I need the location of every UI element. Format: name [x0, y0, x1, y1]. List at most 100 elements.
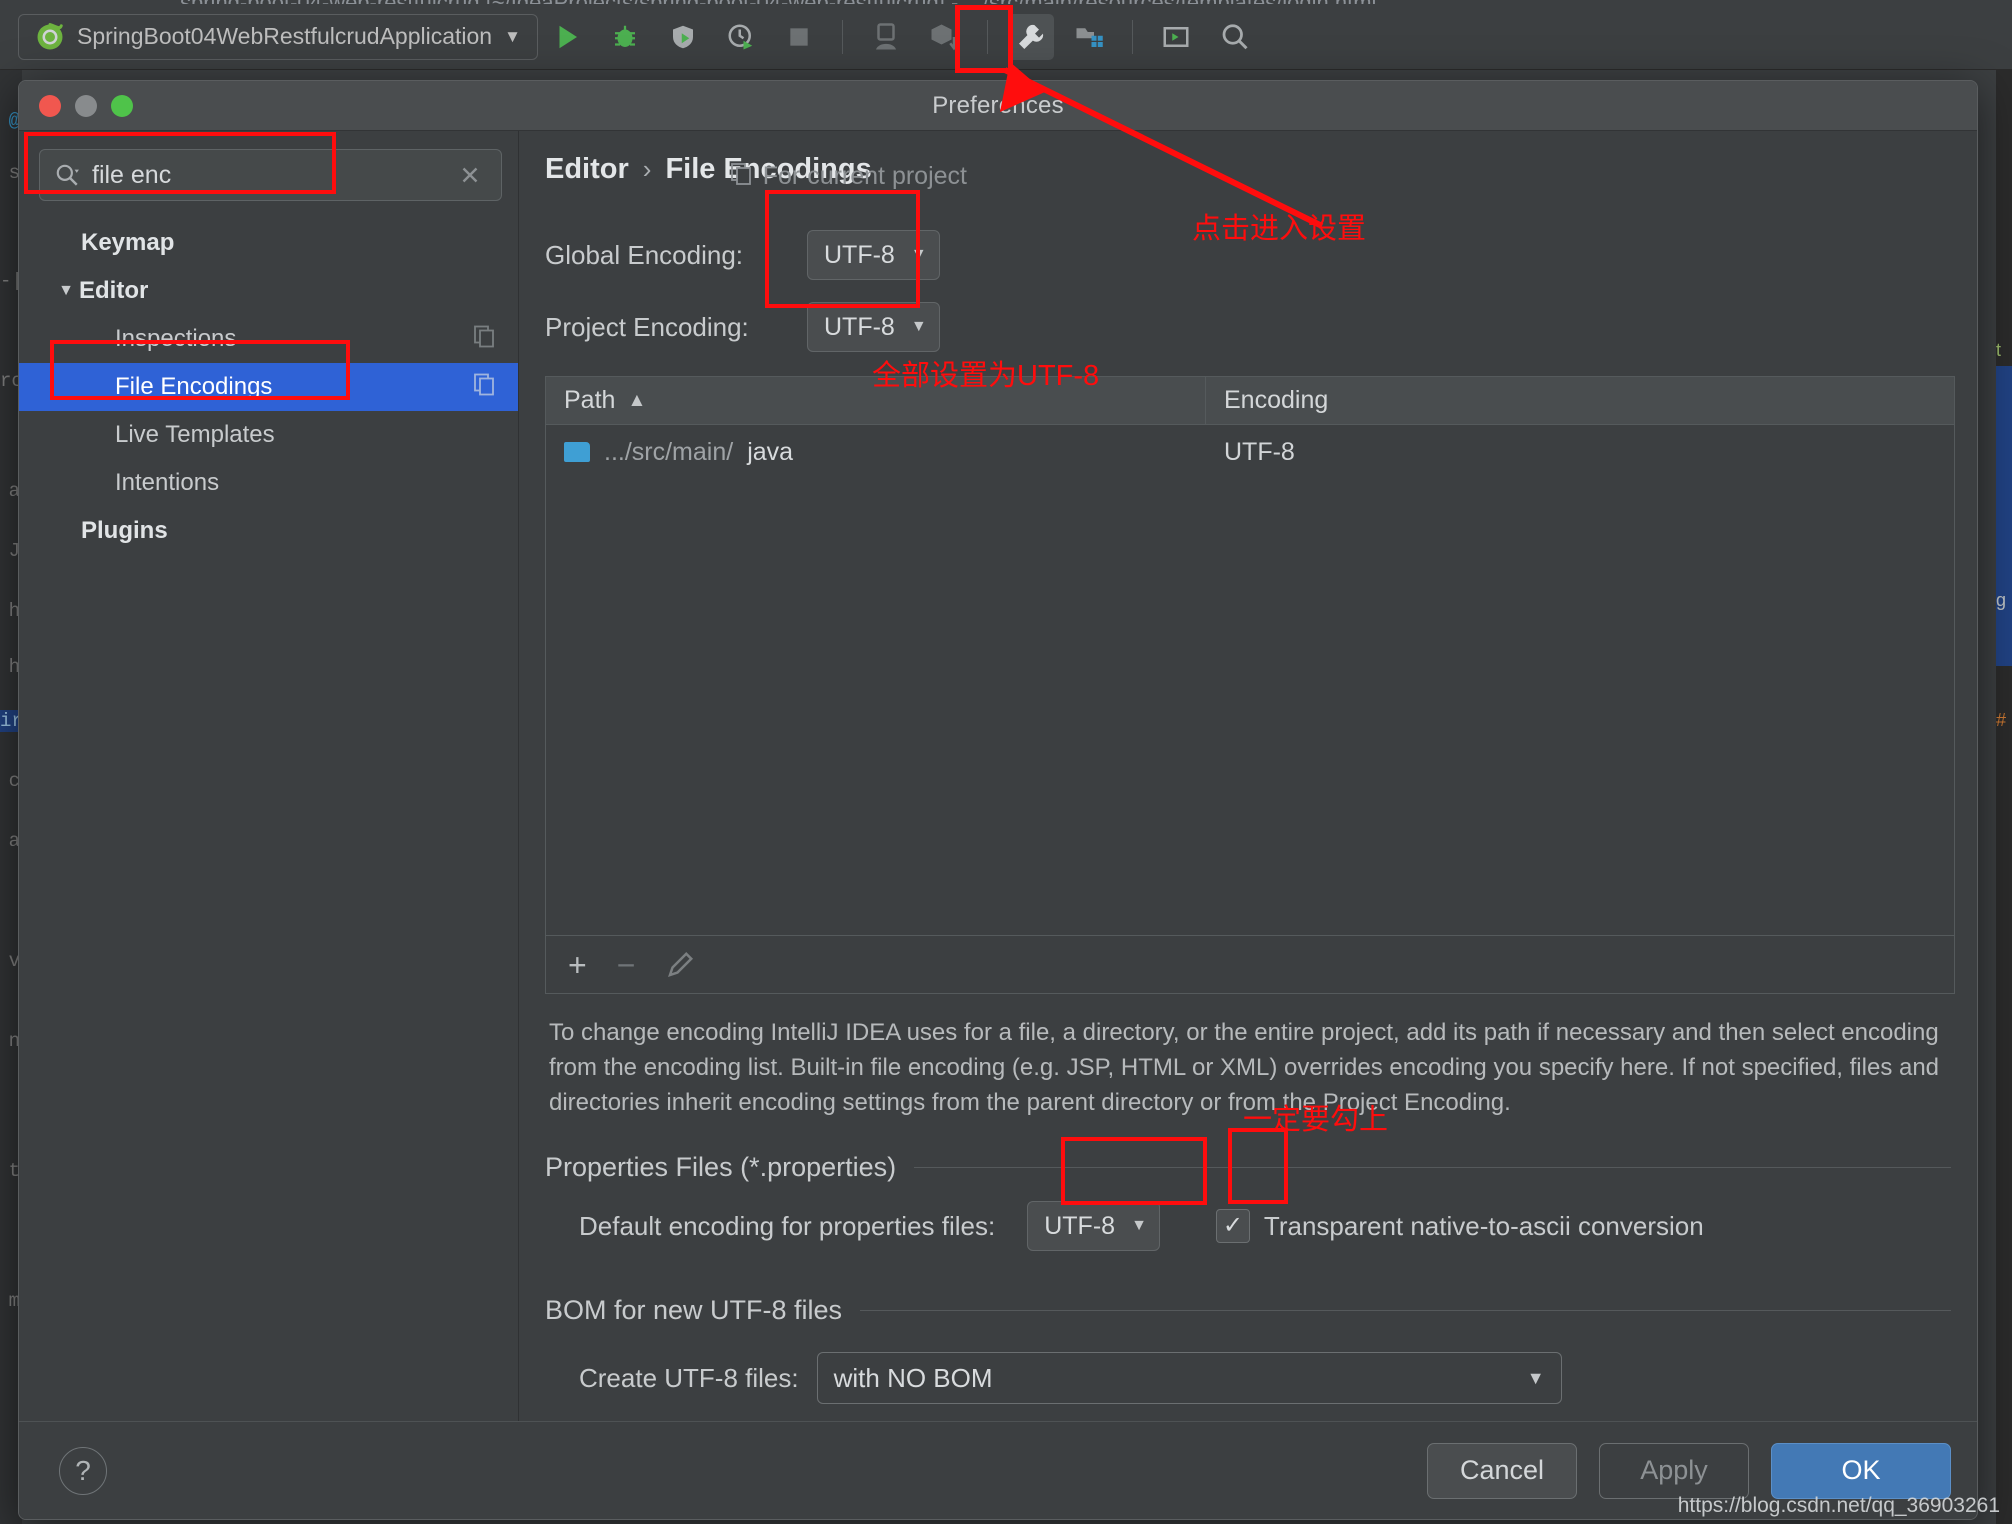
sidebar-item-label: Plugins: [81, 517, 168, 544]
sidebar-item-label: Live Templates: [115, 421, 275, 448]
section-divider: [914, 1167, 1951, 1169]
toolbar-divider-3: [1131, 19, 1133, 54]
ide-toolbar: SpringBoot04WebRestfulcrudApplication ▼: [0, 4, 2012, 70]
search-icon: [54, 162, 80, 188]
default-properties-encoding-combo[interactable]: UTF-8 ▼: [1027, 1201, 1160, 1252]
settings-tree: Keymap ▼ Editor Inspections File Encodin…: [19, 219, 518, 555]
run-configuration-selector[interactable]: SpringBoot04WebRestfulcrudApplication ▼: [18, 13, 538, 60]
default-properties-encoding-value: UTF-8: [1044, 1211, 1116, 1240]
project-structure-icon[interactable]: [1066, 14, 1112, 60]
chevron-down-icon: ▼: [504, 26, 521, 46]
editor-gutter-right: t g #: [1996, 70, 2012, 1524]
preferences-dialog: Preferences file enc Keymap ▼ Editor Ins…: [18, 80, 1978, 1520]
ok-button[interactable]: OK: [1771, 1442, 1951, 1499]
column-header-encoding[interactable]: Encoding: [1206, 377, 1954, 424]
add-path-button[interactable]: +: [568, 949, 587, 981]
column-header-path[interactable]: Path ▲: [546, 377, 1206, 424]
global-encoding-row: Global Encoding: UTF-8 ▼: [519, 230, 1977, 280]
toolbar-divider-1: [841, 19, 843, 54]
path-leaf: java: [747, 437, 794, 466]
properties-files-header: Properties Files (*.properties): [545, 1152, 1951, 1183]
copy-settings-icon[interactable]: [472, 372, 496, 403]
table-header: Path ▲ Encoding: [546, 377, 1954, 425]
table-cell-path: .../src/main/java: [546, 438, 1206, 467]
search-everywhere-icon[interactable]: [1211, 14, 1257, 60]
chevron-down-icon[interactable]: ▼: [53, 282, 79, 300]
cancel-button[interactable]: Cancel: [1427, 1442, 1577, 1499]
column-header-path-label: Path: [564, 386, 616, 414]
for-current-project-label: For current project: [762, 162, 967, 190]
path-prefix: .../src/main/: [604, 437, 734, 466]
check-icon: ✓: [1222, 1212, 1243, 1240]
project-encoding-label: Project Encoding:: [545, 311, 749, 342]
run-configuration-label: SpringBoot04WebRestfulcrudApplication: [77, 23, 493, 49]
sidebar-item-label: Editor: [79, 277, 149, 304]
global-encoding-combo[interactable]: UTF-8 ▼: [807, 230, 940, 280]
spring-boot-icon: [35, 22, 65, 52]
run-icon[interactable]: [544, 14, 590, 60]
sidebar-item-keymap[interactable]: Keymap: [19, 219, 518, 267]
help-button[interactable]: ?: [59, 1446, 107, 1495]
encodings-table: Path ▲ Encoding .../src/main/java UTF-8: [545, 376, 1955, 936]
chevron-down-icon: ▼: [1131, 1217, 1147, 1235]
default-properties-encoding-label: Default encoding for properties files:: [579, 1210, 996, 1241]
search-row: file enc: [19, 131, 518, 211]
profile-icon[interactable]: [718, 14, 764, 60]
native-to-ascii-label[interactable]: Transparent native-to-ascii conversion: [1264, 1211, 1704, 1242]
copy-settings-icon[interactable]: [472, 324, 496, 355]
sidebar-item-intentions[interactable]: Intentions: [19, 459, 518, 507]
sidebar-item-plugins[interactable]: Plugins: [19, 507, 518, 555]
sidebar-item-label: File Encodings: [115, 373, 273, 400]
watermark: https://blog.csdn.net/qq_36903261: [1677, 1494, 2000, 1517]
remove-path-button: −: [616, 946, 636, 983]
sidebar-item-live-templates[interactable]: Live Templates: [19, 411, 518, 459]
breadcrumb-parent[interactable]: Editor: [545, 153, 629, 186]
global-encoding-label: Global Encoding:: [545, 239, 744, 270]
settings-content: Editor › File Encodings For current proj…: [519, 131, 1977, 1471]
search-input-value: file enc: [92, 160, 172, 189]
debug-icon[interactable]: [602, 14, 648, 60]
search-input[interactable]: file enc: [39, 149, 502, 201]
sidebar-item-label: Intentions: [115, 469, 220, 496]
global-encoding-value: UTF-8: [824, 240, 895, 269]
open-terminal-icon[interactable]: [1153, 14, 1199, 60]
breadcrumb-separator: ›: [642, 154, 652, 184]
bom-section-title: BOM for new UTF-8 files: [545, 1295, 843, 1326]
stop-icon[interactable]: [776, 14, 822, 60]
commit-icon[interactable]: [921, 14, 967, 60]
update-project-icon[interactable]: [863, 14, 909, 60]
sidebar-item-inspections[interactable]: Inspections: [19, 315, 518, 363]
native-to-ascii-checkbox[interactable]: ✓: [1215, 1209, 1250, 1244]
for-current-project[interactable]: For current project: [729, 161, 967, 192]
section-divider: [860, 1310, 1951, 1312]
settings-icon[interactable]: [1007, 13, 1054, 60]
dialog-title: Preferences: [932, 91, 1064, 119]
default-properties-encoding-row: Default encoding for properties files: U…: [579, 1201, 1951, 1252]
apply-button: Apply: [1599, 1442, 1749, 1499]
properties-files-section: Properties Files (*.properties) Default …: [545, 1152, 1951, 1252]
settings-sidebar: file enc Keymap ▼ Editor Inspections Fil…: [19, 131, 519, 1471]
chevron-down-icon: ▼: [910, 318, 927, 335]
properties-files-title: Properties Files (*.properties): [545, 1152, 897, 1183]
sidebar-item-label: Keymap: [81, 229, 175, 256]
dialog-body: file enc Keymap ▼ Editor Inspections Fil…: [19, 131, 1977, 1471]
sidebar-item-label: Inspections: [115, 325, 237, 352]
create-utf8-files-row: Create UTF-8 files: with NO BOM ▼: [579, 1352, 1951, 1405]
create-utf8-files-combo[interactable]: with NO BOM ▼: [816, 1352, 1562, 1405]
edit-path-button: [665, 950, 695, 980]
dialog-titlebar: Preferences: [19, 81, 1977, 131]
project-encoding-value: UTF-8: [824, 312, 895, 341]
project-encoding-combo[interactable]: UTF-8 ▼: [807, 302, 940, 352]
table-cell-encoding: UTF-8: [1224, 437, 1295, 466]
sidebar-item-editor[interactable]: ▼ Editor: [19, 267, 518, 315]
create-utf8-files-label: Create UTF-8 files:: [579, 1362, 799, 1393]
folder-icon: [564, 442, 590, 462]
create-utf8-files-value: with NO BOM: [833, 1362, 993, 1393]
chevron-down-icon: ▼: [1526, 1367, 1545, 1388]
run-with-coverage-icon[interactable]: [660, 14, 706, 60]
bom-section-header: BOM for new UTF-8 files: [545, 1295, 1951, 1326]
encodings-description: To change encoding IntelliJ IDEA uses fo…: [549, 1019, 1940, 1116]
clear-icon[interactable]: [457, 162, 487, 188]
table-row[interactable]: .../src/main/java UTF-8: [546, 425, 1954, 479]
sidebar-item-file-encodings[interactable]: File Encodings: [19, 363, 518, 411]
